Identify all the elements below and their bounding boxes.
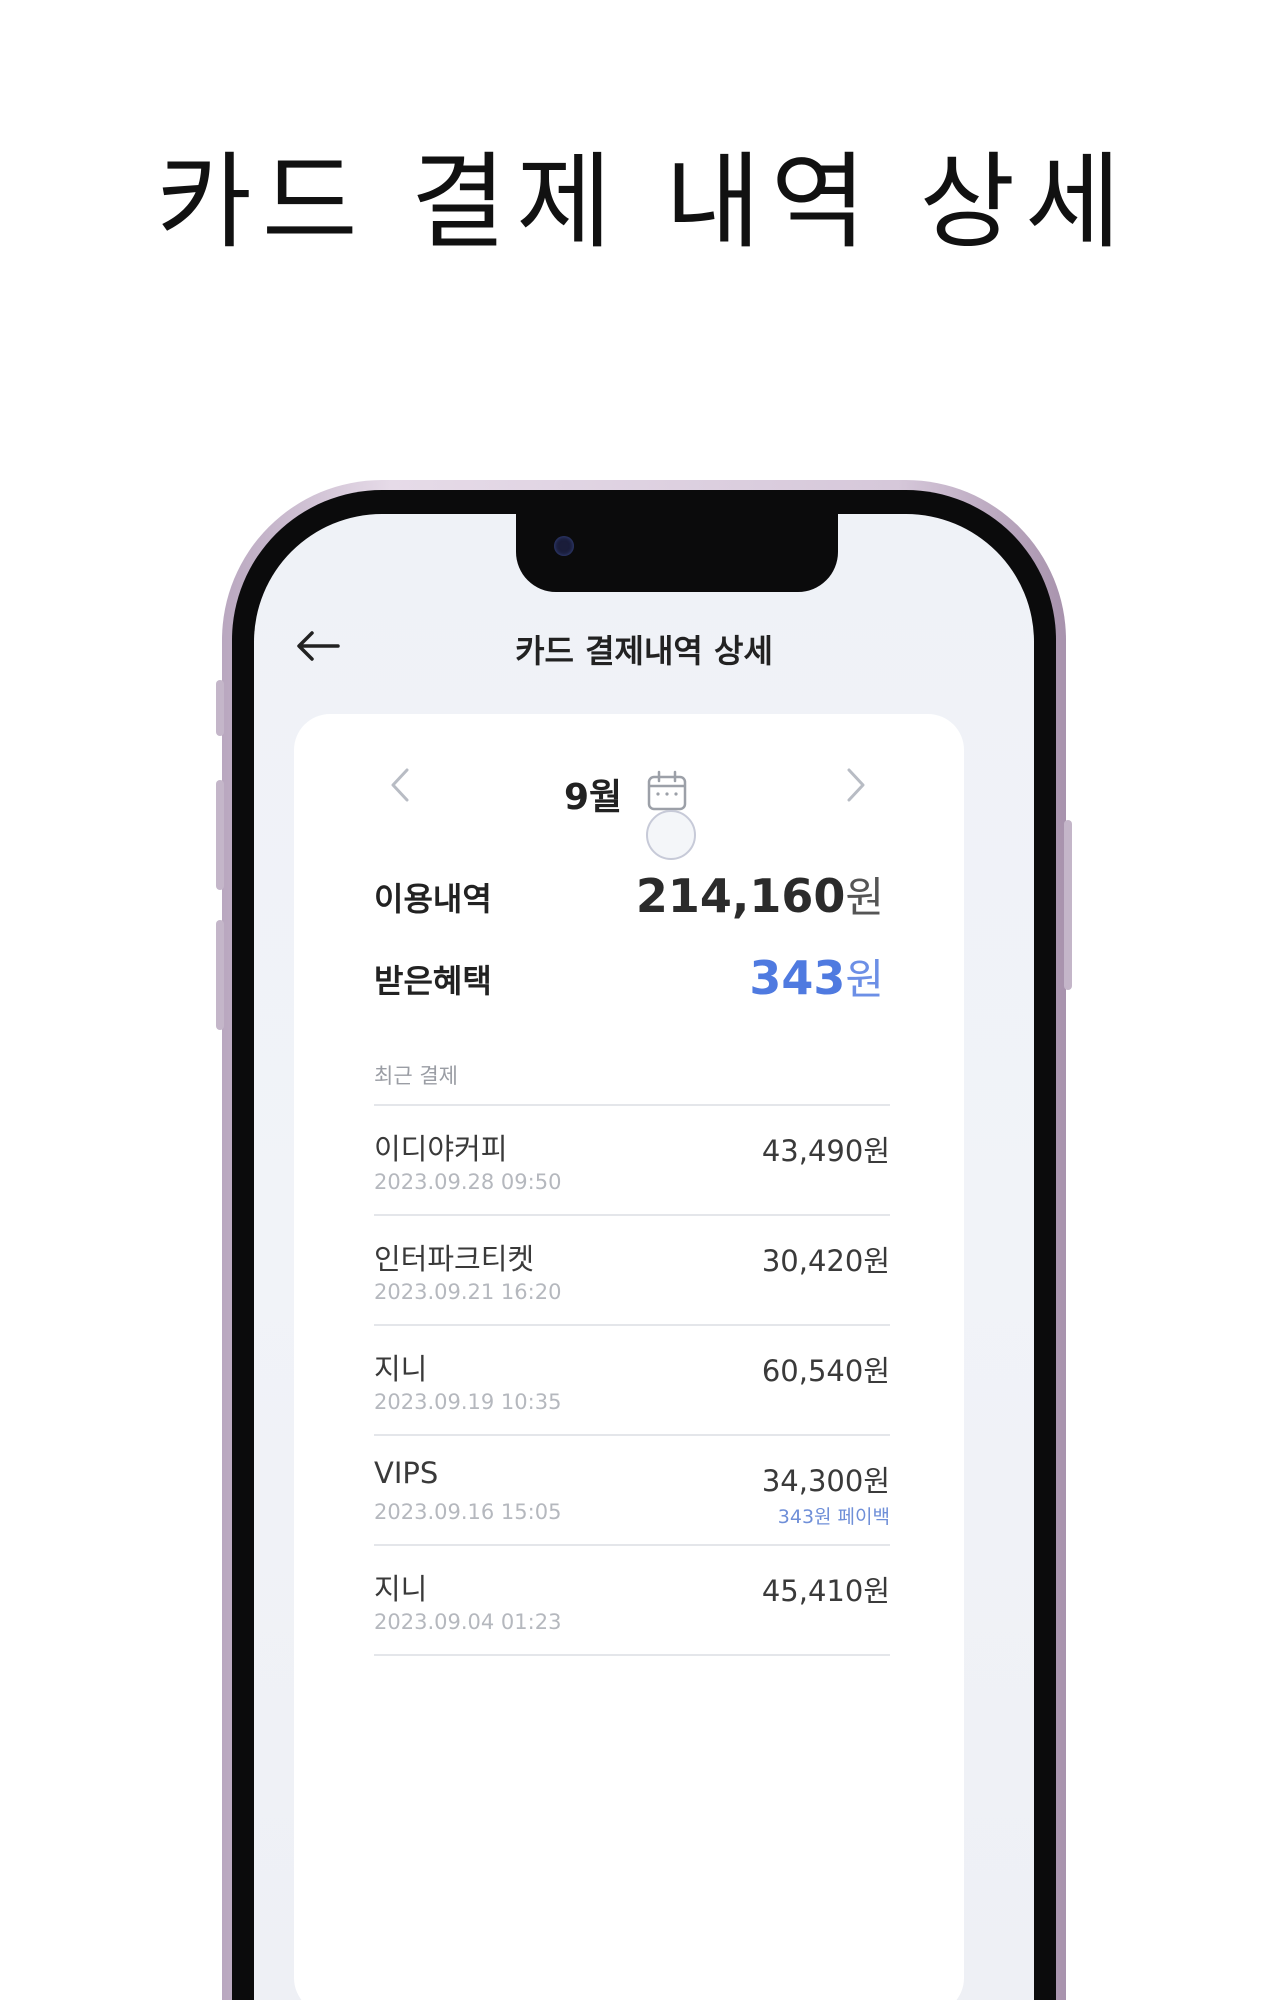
phone-silent-switch — [216, 680, 224, 736]
payment-date: 2023.09.16 15:05 — [374, 1500, 562, 1524]
phone-notch — [516, 514, 838, 592]
payment-amount: 30,420원 — [761, 1244, 890, 1278]
payment-date: 2023.09.19 10:35 — [374, 1390, 562, 1414]
benefit-summary-row: 받은혜택 343원 — [374, 946, 884, 1006]
phone-volume-down-button — [216, 920, 224, 1030]
phone-power-button — [1064, 820, 1072, 990]
list-item[interactable]: 인터파크티켓 2023.09.21 16:20 30,420원 — [374, 1216, 890, 1326]
calendar-button[interactable] — [646, 770, 688, 812]
payment-amount: 45,410원 — [761, 1574, 890, 1608]
prev-month-button[interactable] — [376, 766, 424, 814]
phone-volume-up-button — [216, 780, 224, 890]
payment-date: 2023.09.04 01:23 — [374, 1610, 562, 1634]
merchant-name: 지니 — [374, 1572, 428, 1606]
phone-frame: 카드 결제내역 상세 9월 이용내역 214,160원 받은혜택 343원 최근… — [216, 480, 1072, 2000]
payment-amount: 43,490원 — [761, 1134, 890, 1168]
month-selector: 9월 — [294, 762, 964, 860]
payback-badge: 343원 페이백 — [777, 1506, 890, 1528]
recent-payments-label: 최근 결제 — [374, 1064, 458, 1088]
page-headline: 카드 결제 내역 상세 — [156, 141, 1131, 263]
merchant-name: 이디야커피 — [374, 1132, 508, 1166]
benefit-label: 받은혜택 — [374, 962, 492, 1000]
recent-payments-list: 이디야커피 2023.09.28 09:50 43,490원 인터파크티켓 20… — [374, 1104, 890, 1656]
merchant-name: 인터파크티켓 — [374, 1242, 535, 1276]
usage-summary-row: 이용내역 214,160원 — [374, 864, 884, 924]
calendar-icon — [647, 770, 687, 811]
usage-currency: 원 — [845, 873, 884, 922]
payment-card-panel: 9월 이용내역 214,160원 받은혜택 343원 최근 결제 이디야커피 2… — [294, 714, 964, 2000]
next-month-button[interactable] — [832, 766, 880, 814]
phone-bezel: 카드 결제내역 상세 9월 이용내역 214,160원 받은혜택 343원 최근… — [232, 490, 1056, 2000]
list-item[interactable]: 이디야커피 2023.09.28 09:50 43,490원 — [374, 1106, 890, 1216]
payment-amount: 34,300원 — [761, 1464, 890, 1498]
payment-amount: 60,540원 — [761, 1354, 890, 1388]
merchant-name: 지니 — [374, 1352, 428, 1386]
merchant-name: VIPS — [374, 1456, 439, 1490]
list-item[interactable]: VIPS 2023.09.16 15:05 34,300원 343원 페이백 — [374, 1436, 890, 1546]
front-camera — [554, 536, 574, 556]
phone-screen: 카드 결제내역 상세 9월 이용내역 214,160원 받은혜택 343원 최근… — [254, 514, 1034, 2000]
payment-date: 2023.09.21 16:20 — [374, 1280, 562, 1304]
benefit-amount: 343원 — [749, 946, 884, 1007]
month-label: 9월 — [564, 777, 623, 818]
list-item[interactable]: 지니 2023.09.19 10:35 60,540원 — [374, 1326, 890, 1436]
list-item[interactable]: 지니 2023.09.04 01:23 45,410원 — [374, 1546, 890, 1656]
payment-date: 2023.09.28 09:50 — [374, 1170, 562, 1194]
benefit-amount-number: 343 — [749, 951, 846, 1005]
touch-indicator — [646, 810, 696, 860]
screen-title: 카드 결제내역 상세 — [515, 632, 773, 670]
usage-amount-number: 214,160 — [635, 869, 846, 923]
benefit-currency: 원 — [845, 955, 884, 1004]
chevron-left-icon — [391, 768, 409, 802]
chevron-right-icon — [847, 768, 865, 802]
usage-label: 이용내역 — [374, 880, 492, 918]
usage-amount: 214,160원 — [636, 864, 884, 925]
